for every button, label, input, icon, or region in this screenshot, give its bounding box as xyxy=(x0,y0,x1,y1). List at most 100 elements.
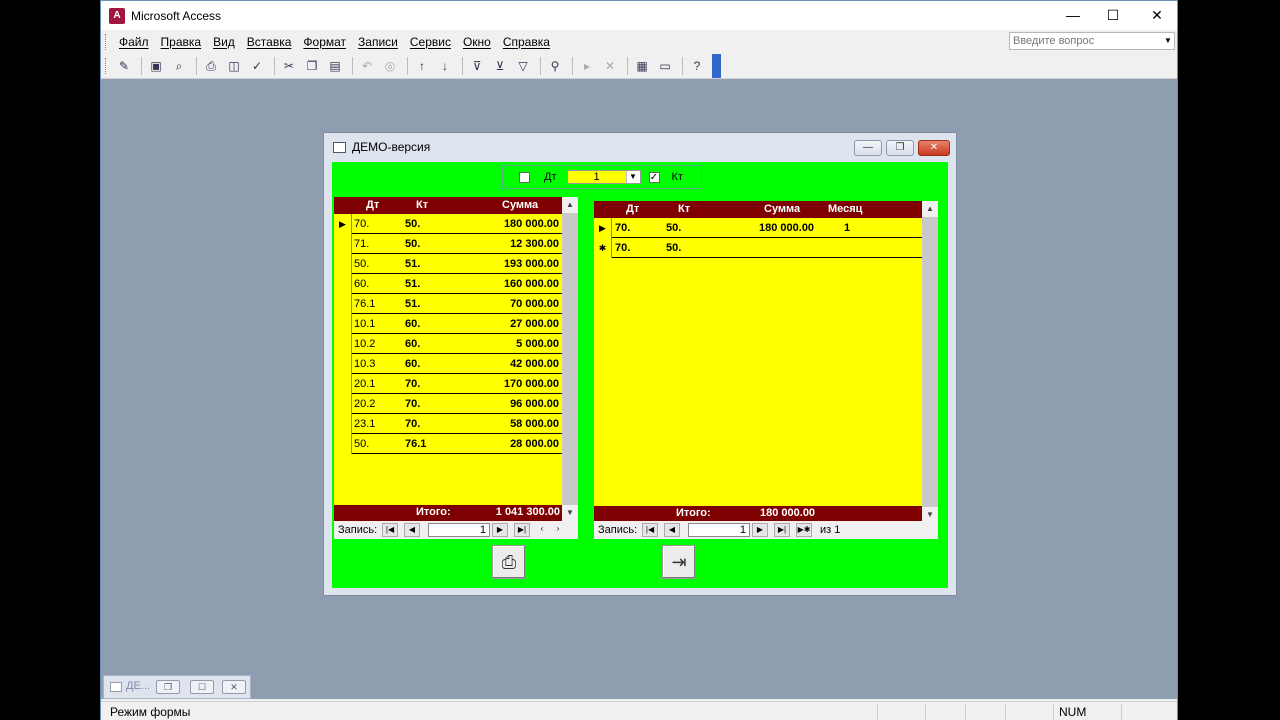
menu-help[interactable]: Справка xyxy=(498,35,557,49)
table-row[interactable]: 10.3 60. 42 000.00 xyxy=(334,354,562,374)
kt-checkbox[interactable]: ✓ xyxy=(648,171,660,183)
table-row[interactable]: 20.2 70. 96 000.00 xyxy=(334,394,562,414)
first-record-icon[interactable]: |◀ xyxy=(382,523,398,537)
record-selector[interactable] xyxy=(334,434,352,454)
record-selector[interactable] xyxy=(334,334,352,354)
design-view-icon[interactable]: ✎ xyxy=(114,56,134,76)
sort-descending-icon[interactable]: ↓ xyxy=(435,56,455,76)
minimized-window[interactable]: ДЕ... ❐ ☐ ✕ xyxy=(103,675,251,699)
record-number-input[interactable]: 1 xyxy=(688,523,750,537)
record-selector[interactable] xyxy=(334,234,352,254)
print-preview-icon[interactable]: ◫ xyxy=(224,56,244,76)
record-selector[interactable] xyxy=(334,254,352,274)
table-row[interactable]: 50. 76.1 28 000.00 xyxy=(334,434,562,454)
minimize-icon[interactable]: — xyxy=(1051,1,1095,30)
menu-view[interactable]: Вид xyxy=(208,35,242,49)
dt-checkbox[interactable] xyxy=(519,171,530,183)
table-row[interactable]: ✱ 70. 50. xyxy=(594,238,922,258)
previous-record-icon[interactable]: ◀ xyxy=(404,523,420,537)
table-row[interactable]: 71. 50. 12 300.00 xyxy=(334,234,562,254)
paste-icon[interactable]: ▤ xyxy=(325,56,345,76)
toolbar-options-icon[interactable] xyxy=(712,53,721,78)
next-record-icon[interactable]: ▶ xyxy=(752,523,768,537)
current-record-icon[interactable]: ▶ xyxy=(334,214,352,234)
table-row[interactable]: 10.1 60. 27 000.00 xyxy=(334,314,562,334)
filter-by-selection-icon[interactable]: ⊽ xyxy=(467,56,487,76)
form-minimize-icon[interactable]: — xyxy=(854,140,882,156)
filter-by-form-icon[interactable]: ⊻ xyxy=(490,56,510,76)
print-button[interactable]: ⎙ xyxy=(492,545,526,579)
exit-button[interactable]: ⇥ xyxy=(662,545,696,579)
table-row[interactable]: 20.1 70. 170 000.00 xyxy=(334,374,562,394)
scroll-up-icon[interactable]: ▲ xyxy=(562,197,578,213)
help-question-input[interactable]: Введите вопрос ▼ xyxy=(1009,32,1175,50)
access-icon: A xyxy=(109,7,125,24)
last-record-icon[interactable]: ▶| xyxy=(514,523,530,537)
print-icon[interactable]: ⎙ xyxy=(201,56,221,76)
num-lock-indicator: NUM xyxy=(1059,705,1087,719)
record-selector[interactable] xyxy=(334,294,352,314)
database-window-icon[interactable]: ▦ xyxy=(632,56,652,76)
record-selector[interactable] xyxy=(334,374,352,394)
toolbar-grip xyxy=(105,57,108,74)
table-row[interactable]: 60. 51. 160 000.00 xyxy=(334,274,562,294)
right-vertical-scrollbar[interactable]: ▲ ▼ xyxy=(922,201,938,523)
scroll-left-icon[interactable]: ‹ xyxy=(534,523,550,537)
menu-tools[interactable]: Сервис xyxy=(405,35,458,49)
menu-insert[interactable]: Вставка xyxy=(242,35,299,49)
scroll-down-icon[interactable]: ▼ xyxy=(562,505,578,521)
new-record-icon[interactable]: ▸ xyxy=(577,56,597,76)
undo-icon[interactable]: ↶ xyxy=(357,56,377,76)
first-record-icon[interactable]: |◀ xyxy=(642,523,658,537)
chevron-down-icon[interactable]: ▼ xyxy=(1162,33,1174,49)
new-object-icon[interactable]: ▭ xyxy=(655,56,675,76)
previous-record-icon[interactable]: ◀ xyxy=(664,523,680,537)
menu-window[interactable]: Окно xyxy=(458,35,498,49)
menu-format[interactable]: Формат xyxy=(298,35,353,49)
record-selector[interactable] xyxy=(334,314,352,334)
menu-records[interactable]: Записи xyxy=(353,35,405,49)
record-selector[interactable] xyxy=(334,394,352,414)
maximize-icon[interactable]: ☐ xyxy=(190,680,214,694)
form-restore-icon[interactable]: ❐ xyxy=(886,140,914,156)
spelling-icon[interactable]: ✓ xyxy=(247,56,267,76)
maximize-icon[interactable]: ☐ xyxy=(1091,1,1135,30)
search-file-icon[interactable]: ⌕ xyxy=(169,56,189,76)
header-dt: Дт xyxy=(366,199,380,211)
chevron-down-icon[interactable]: ▼ xyxy=(625,171,640,183)
record-selector[interactable] xyxy=(334,414,352,434)
new-record-nav-icon[interactable]: ▶✱ xyxy=(796,523,812,537)
hyperlink-icon[interactable]: ◎ xyxy=(380,56,400,76)
close-icon[interactable]: ✕ xyxy=(222,680,246,694)
restore-icon[interactable]: ❐ xyxy=(156,680,180,694)
table-row[interactable]: 50. 51. 193 000.00 xyxy=(334,254,562,274)
apply-filter-icon[interactable]: ▽ xyxy=(513,56,533,76)
next-record-icon[interactable]: ▶ xyxy=(492,523,508,537)
new-record-icon[interactable]: ✱ xyxy=(594,238,612,258)
find-icon[interactable]: ⚲ xyxy=(545,56,565,76)
close-icon[interactable]: ✕ xyxy=(1135,1,1179,30)
menu-file[interactable]: Файл xyxy=(114,35,156,49)
sort-ascending-icon[interactable]: ↑ xyxy=(412,56,432,76)
menu-edit[interactable]: Правка xyxy=(156,35,209,49)
record-selector[interactable] xyxy=(334,274,352,294)
table-row[interactable]: ▶ 70. 50. 180 000.00 1 xyxy=(594,218,922,238)
table-row[interactable]: 23.1 70. 58 000.00 xyxy=(334,414,562,434)
form-close-icon[interactable]: ✕ xyxy=(918,140,950,156)
account-combo[interactable]: 1 ▼ xyxy=(566,170,641,184)
save-icon[interactable]: ▣ xyxy=(146,56,166,76)
help-icon[interactable]: ? xyxy=(687,56,707,76)
last-record-icon[interactable]: ▶| xyxy=(774,523,790,537)
current-record-icon[interactable]: ▶ xyxy=(594,218,612,238)
table-row[interactable]: ▶ 70. 50. 180 000.00 xyxy=(334,214,562,234)
table-row[interactable]: 10.2 60. 5 000.00 xyxy=(334,334,562,354)
copy-icon[interactable]: ❐ xyxy=(302,56,322,76)
table-row[interactable]: 76.1 51. 70 000.00 xyxy=(334,294,562,314)
scroll-up-icon[interactable]: ▲ xyxy=(922,201,938,217)
record-number-input[interactable]: 1 xyxy=(428,523,490,537)
left-vertical-scrollbar[interactable]: ▲ ▼ xyxy=(562,197,578,521)
cut-icon[interactable]: ✂ xyxy=(279,56,299,76)
record-selector[interactable] xyxy=(334,354,352,374)
delete-record-icon[interactable]: ✕ xyxy=(600,56,620,76)
scroll-right-icon[interactable]: › xyxy=(550,523,566,537)
